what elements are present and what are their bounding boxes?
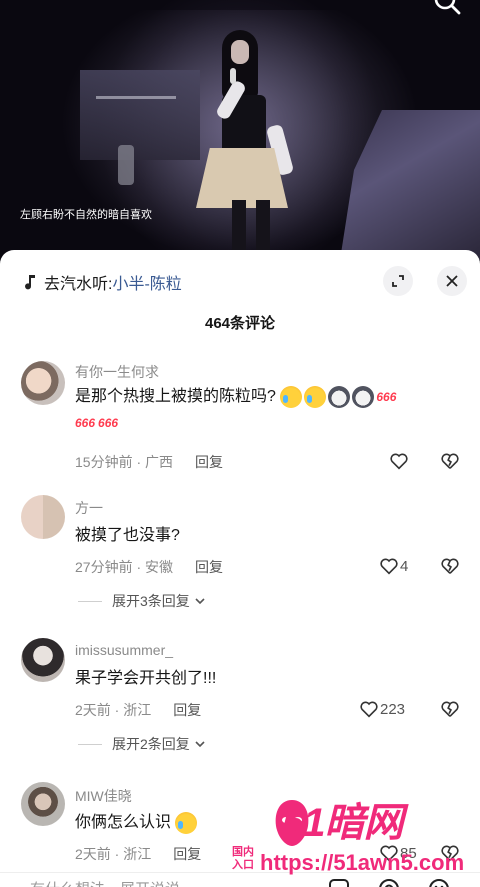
- chevron-down-icon: [195, 598, 205, 605]
- broken-heart-icon[interactable]: [439, 450, 461, 472]
- like-button[interactable]: [388, 450, 410, 472]
- search-button[interactable]: [432, 0, 462, 18]
- expand-replies-label: 展开2条回复: [112, 736, 190, 752]
- expand-button[interactable]: [383, 266, 413, 296]
- avatar[interactable]: [21, 638, 65, 682]
- comment-text: 果子学会开共创了!!!: [75, 670, 217, 687]
- reply-button[interactable]: 回复: [173, 702, 201, 718]
- reply-button[interactable]: 回复: [195, 559, 223, 575]
- comment-time-location: 2天前 · 浙江: [75, 846, 152, 862]
- watermark: 51暗网 国内入口 https://51awn5.com: [232, 790, 472, 880]
- comment-text: 被摸了也没事?: [75, 527, 180, 544]
- emoji-666-icon: 666: [75, 416, 96, 431]
- comment-meta: 2天前 · 浙江 回复: [75, 844, 201, 864]
- avatar[interactable]: [21, 361, 65, 405]
- comment-count: 464条评论: [204, 315, 276, 332]
- comment-username[interactable]: imissusummer_: [75, 642, 173, 658]
- comment-username[interactable]: MIW佳晓: [75, 786, 132, 806]
- avatar[interactable]: [21, 495, 65, 539]
- background-figure: [118, 145, 134, 185]
- expand-replies[interactable]: 展开3条回复: [78, 591, 206, 611]
- comment-meta: 15分钟前 · 广西 回复: [75, 452, 223, 472]
- comment-text-body: 是那个热搜上被摸的陈粒吗?: [75, 388, 276, 406]
- dog-emoji-icon: [352, 386, 375, 408]
- expand-icon: [392, 275, 404, 287]
- emoji-666-icon: 666: [376, 390, 397, 404]
- expand-replies[interactable]: 展开2条回复: [78, 734, 206, 754]
- heart-icon: [380, 558, 398, 575]
- comment-text: 是那个热搜上被摸的陈粒吗? 666 666 666: [75, 384, 455, 436]
- watermark-small-text: 国内入口: [232, 846, 254, 871]
- close-icon: [446, 275, 458, 287]
- crying-emoji-icon: [280, 386, 303, 408]
- stage-screen: [80, 70, 200, 160]
- broken-heart-icon[interactable]: [439, 698, 461, 720]
- music-link-row[interactable]: 去汽水听: 小半-陈粒: [22, 270, 182, 294]
- close-button[interactable]: [437, 266, 467, 296]
- dog-emoji-icon: [328, 386, 351, 408]
- like-button[interactable]: 4: [378, 555, 408, 577]
- heart-icon: [390, 453, 408, 470]
- sheet-header: 去汽水听: 小半-陈粒: [0, 250, 480, 312]
- expand-replies-label: 展开3条回复: [112, 593, 190, 609]
- like-count: 4: [400, 557, 409, 575]
- music-note-icon: [25, 275, 35, 290]
- crying-emoji-icon: [175, 811, 198, 834]
- comment-text: 你俩怎么认识: [75, 810, 199, 836]
- broken-heart-icon[interactable]: [439, 555, 461, 577]
- crying-emoji-icon: [304, 386, 327, 408]
- like-count: 223: [380, 700, 406, 718]
- microphone: [230, 68, 236, 84]
- music-prefix: 去汽水听:: [44, 276, 113, 293]
- video-player[interactable]: 左顾右盼不自然的暗自喜欢: [0, 0, 480, 262]
- comment-username[interactable]: 有你一生何求: [75, 362, 159, 382]
- comment-time-location: 27分钟前 · 安徽: [75, 559, 174, 575]
- heart-icon: [360, 701, 378, 718]
- comment-time-location: 2天前 · 浙江: [75, 702, 152, 718]
- comment-text-body: 你俩怎么认识: [75, 814, 172, 831]
- avatar[interactable]: [21, 782, 65, 826]
- comment-input[interactable]: 有什么想法，展开说说: [30, 878, 180, 887]
- watermark-url: https://51awn5.com: [260, 850, 465, 875]
- reply-button[interactable]: 回复: [195, 454, 223, 470]
- like-button[interactable]: 223: [358, 698, 405, 720]
- comment-username[interactable]: 方一: [75, 498, 103, 518]
- emoji-666-icon: 666: [98, 416, 119, 431]
- comment-meta: 27分钟前 · 安徽 回复: [75, 557, 223, 577]
- singer-skirt: [196, 148, 288, 208]
- chevron-down-icon: [195, 741, 205, 748]
- stage-screen-text: [96, 96, 176, 99]
- watermark-logo: 51暗网: [282, 801, 403, 845]
- singer-face: [231, 40, 249, 64]
- comment-time-location: 15分钟前 · 广西: [75, 454, 174, 470]
- comment-meta: 2天前 · 浙江 回复: [75, 700, 201, 720]
- divider: [78, 743, 102, 745]
- video-subtitle: 左顾右盼不自然的暗自喜欢: [20, 209, 152, 221]
- music-title-link[interactable]: 小半-陈粒: [112, 270, 181, 294]
- search-icon: [434, 0, 461, 15]
- divider: [78, 600, 102, 602]
- reply-button[interactable]: 回复: [173, 846, 201, 862]
